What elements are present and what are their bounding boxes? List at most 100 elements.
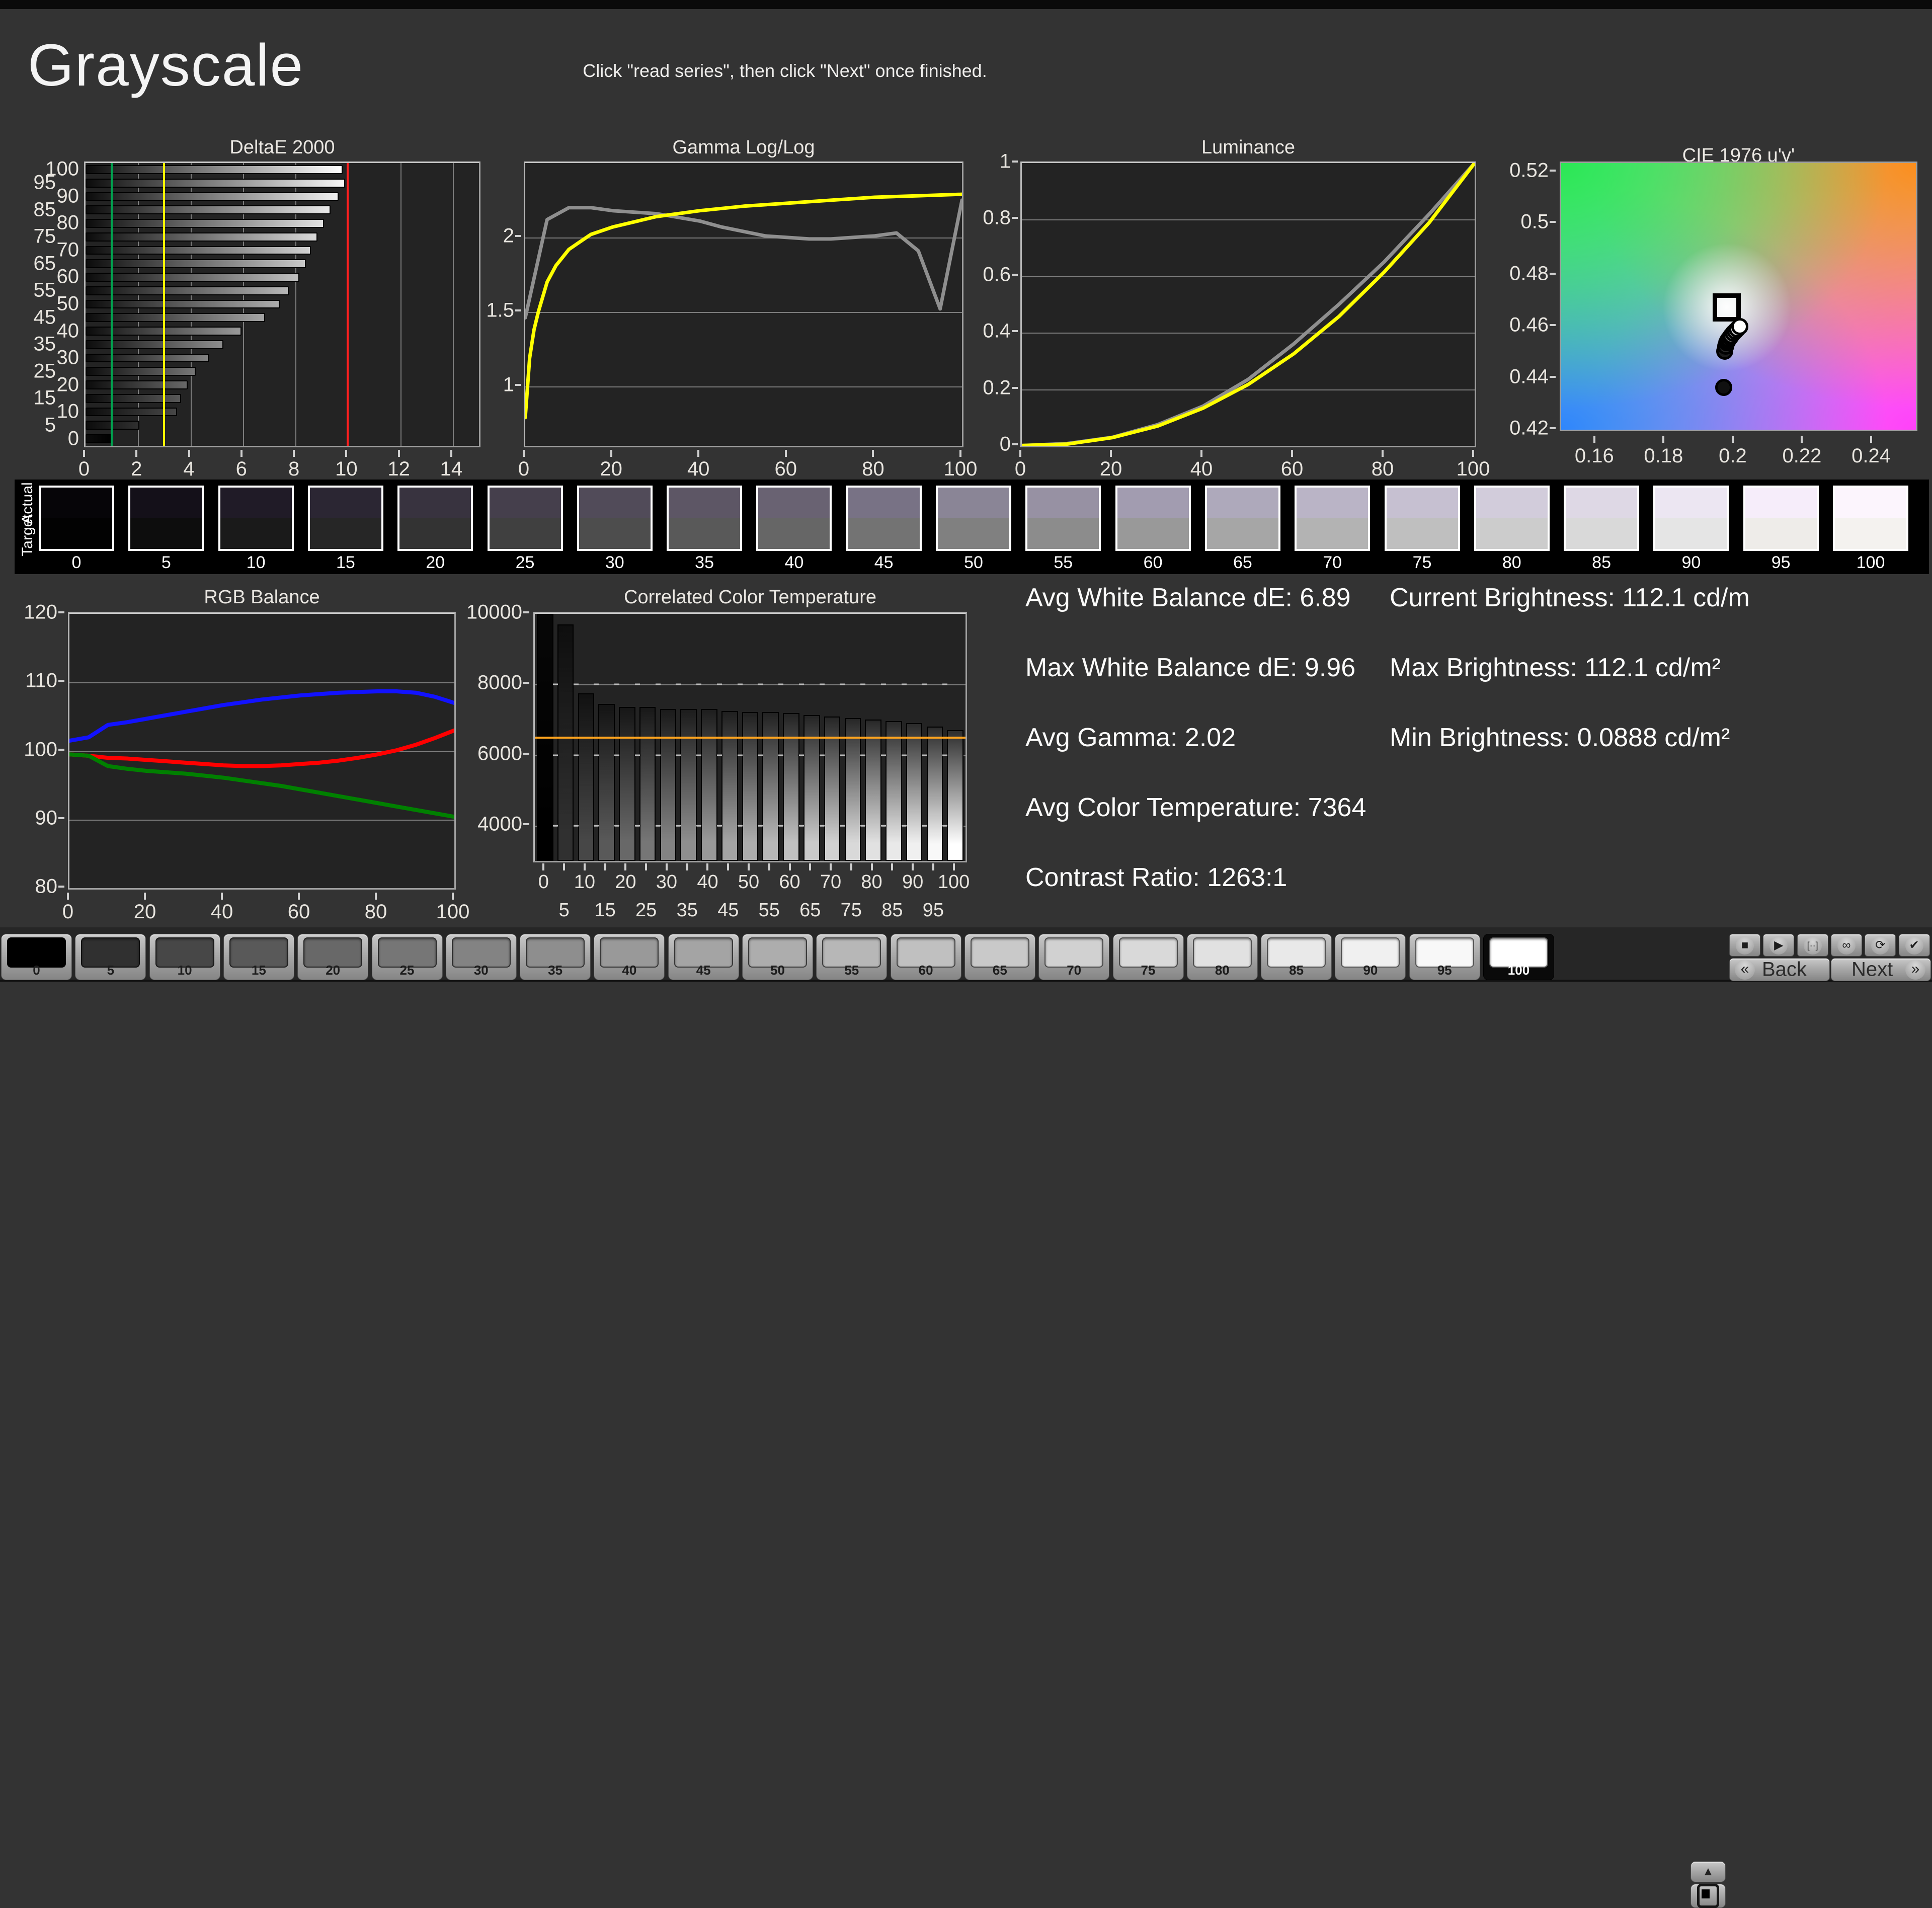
luminance-y-tick-label: 0.6 <box>983 263 1011 286</box>
stimulus-patch-button-10[interactable]: 10 <box>149 934 220 980</box>
stimulus-patch-button-65[interactable]: 65 <box>964 934 1035 980</box>
deltae-x-axis: 02468101214 <box>84 453 480 481</box>
rgb-y-tick-label: 80 <box>35 876 58 898</box>
next-button[interactable]: Next » <box>1831 958 1931 981</box>
stimulus-patch-button-55[interactable]: 55 <box>816 934 887 980</box>
stimulus-patch-button-25[interactable]: 25 <box>372 934 443 980</box>
deltae-x-tick <box>240 450 243 457</box>
stimulus-patch-button-15[interactable]: 15 <box>223 934 294 980</box>
swatch-target-color <box>1297 518 1368 549</box>
refresh-button[interactable]: ⟳ <box>1865 934 1896 957</box>
deltae-x-tick <box>450 450 452 457</box>
loop-button[interactable]: ∞ <box>1831 934 1862 957</box>
luminance-x-tick <box>1110 450 1112 457</box>
cct-gridline <box>535 684 965 685</box>
rgb-x-tick <box>144 893 146 900</box>
deltae-x-tick <box>135 450 137 457</box>
deltae-y-tick-label: 20 <box>57 373 79 396</box>
stimulus-patch-button-50[interactable]: 50 <box>742 934 813 980</box>
swatch-target-color <box>1835 518 1906 549</box>
swatch-actual-color <box>1745 488 1817 518</box>
swatch-actual-color <box>1387 488 1458 518</box>
cct-target-line <box>535 737 965 739</box>
gamma-x-tick-label: 80 <box>862 458 884 481</box>
swatch-target-color <box>1566 518 1637 549</box>
grayscale-swatch <box>577 486 653 551</box>
stimulus-patch-button-0[interactable]: 0 <box>1 934 72 980</box>
marker-button[interactable]: [··] <box>1797 934 1828 957</box>
cct-minor-tick <box>778 754 783 756</box>
swatch-actual-color <box>310 488 381 518</box>
stop-button[interactable]: ■ <box>1729 934 1760 957</box>
stimulus-patch-button-95[interactable]: 95 <box>1409 934 1480 980</box>
stimulus-patch-button-80[interactable]: 80 <box>1187 934 1258 980</box>
stimulus-patch-button-5[interactable]: 5 <box>75 934 146 980</box>
cct-chart-title: Correlated Color Temperature <box>533 587 967 608</box>
rgb-y-tick-label: 100 <box>24 738 57 761</box>
back-button-label: Back <box>1762 959 1807 981</box>
stimulus-patch-button-35[interactable]: 35 <box>520 934 591 980</box>
cct-minor-tick <box>635 684 640 685</box>
stimulus-patch-button-20[interactable]: 20 <box>297 934 368 980</box>
stimulus-patch-button-85[interactable]: 85 <box>1261 934 1332 980</box>
swatch-target-color <box>490 518 561 549</box>
cie-x-tick <box>1801 436 1803 443</box>
stimulus-patch-button-75[interactable]: 75 <box>1113 934 1184 980</box>
cct-x-tick <box>789 863 791 870</box>
cct-minor-tick <box>717 754 722 756</box>
deltae-y-tick <box>84 337 85 339</box>
confirm-button[interactable]: ✔ <box>1899 934 1930 957</box>
stimulus-patch-button-40[interactable]: 40 <box>594 934 665 980</box>
cct-minor-tick <box>922 684 927 685</box>
luminance-y-tick-label: 0 <box>1000 433 1011 456</box>
grayscale-swatch <box>756 486 832 551</box>
back-button[interactable]: « Back <box>1729 958 1830 981</box>
stimulus-patch-label: 40 <box>594 963 664 978</box>
cct-minor-tick <box>778 825 783 826</box>
deltae-y-tick <box>84 377 85 379</box>
deltae-y-tick-label: 60 <box>57 266 79 288</box>
rgb-x-tick <box>67 893 69 900</box>
rgb-y-tick <box>58 680 64 682</box>
deltae-y-tick <box>84 256 85 258</box>
stimulus-patch-button-100[interactable]: 100 <box>1483 934 1554 980</box>
deltae-y-tick <box>84 270 85 272</box>
deltae-gridline <box>453 163 454 446</box>
cct-x-tick <box>645 863 647 870</box>
stimulus-patch-button-60[interactable]: 60 <box>891 934 961 980</box>
cct-x-tick-label-row1: 30 <box>656 871 677 893</box>
refresh-icon: ⟳ <box>1871 936 1889 955</box>
swatch-level-label: 30 <box>577 553 653 573</box>
play-button[interactable]: ▶ <box>1763 934 1794 957</box>
deltae-y-tick <box>84 189 85 191</box>
cie-y-tick <box>1550 427 1556 429</box>
stimulus-patch-label: 15 <box>224 963 294 978</box>
luminance-target-line <box>1022 163 1475 445</box>
cct-minor-tick <box>656 825 661 826</box>
pattern-window-button[interactable] <box>1691 1884 1726 1908</box>
deltae-y-tick <box>84 431 85 433</box>
cct-y-tick-label: 8000 <box>477 672 522 694</box>
cct-x-tick <box>584 863 586 870</box>
swatch-actual-color <box>1027 488 1099 518</box>
deltae-y-tick-label: 40 <box>57 320 79 342</box>
pattern-up-button[interactable]: ▲ <box>1691 1861 1726 1882</box>
cct-x-tick-label-row2: 55 <box>759 900 780 921</box>
stimulus-patch-button-45[interactable]: 45 <box>668 934 739 980</box>
grayscale-swatch <box>1205 486 1280 551</box>
cct-y-tick <box>523 753 529 755</box>
stimulus-patch-button-30[interactable]: 30 <box>446 934 517 980</box>
pattern-window-icon <box>1697 1884 1719 1908</box>
rgb-series-svg <box>69 614 454 888</box>
deltae-y-tick-label: 45 <box>34 306 56 329</box>
deltae-x-tick-label: 0 <box>78 458 90 481</box>
swatch-level-label: 95 <box>1743 553 1819 573</box>
deltae-y-tick-label: 30 <box>57 347 79 369</box>
cct-y-tick-label: 6000 <box>477 742 522 765</box>
stimulus-patch-button-90[interactable]: 90 <box>1335 934 1406 980</box>
warning-ref-line <box>163 163 165 446</box>
cct-minor-tick <box>656 684 661 685</box>
cct-bar <box>762 712 779 861</box>
stimulus-patch-button-70[interactable]: 70 <box>1038 934 1109 980</box>
swatch-level-label: 40 <box>756 553 832 573</box>
